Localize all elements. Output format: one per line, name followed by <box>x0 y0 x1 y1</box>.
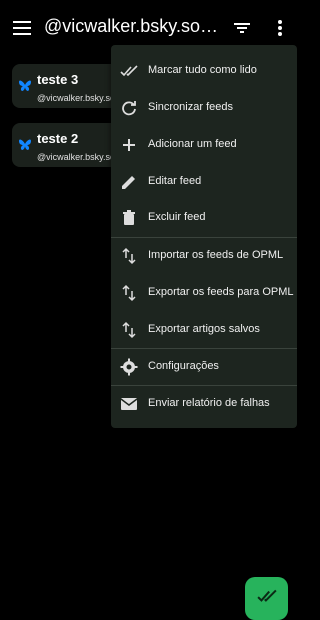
mail-icon <box>120 395 138 413</box>
menu-icon[interactable] <box>12 18 32 38</box>
menu-item-label: Configurações <box>148 360 219 372</box>
menu-item-label: Adicionar um feed <box>148 138 237 150</box>
sync-icon <box>120 99 138 117</box>
import-export-icon <box>120 247 138 265</box>
menu-item-delete-feed[interactable]: Excluir feed <box>111 200 297 236</box>
menu-item-label: Importar os feeds de OPML <box>148 249 284 261</box>
double-check-icon <box>120 62 138 80</box>
feed-name: teste 2 <box>37 131 79 146</box>
import-export-icon <box>120 321 138 339</box>
menu-item-mark-all-read[interactable]: Marcar tudo como lido <box>111 53 297 89</box>
menu-item-label: Sincronizar feeds <box>148 101 233 113</box>
more-vert-icon[interactable] <box>270 18 290 38</box>
plus-icon <box>120 136 138 154</box>
overflow-menu: Marcar tudo como lido Sincronizar feeds … <box>111 45 297 428</box>
pencil-icon <box>120 173 138 191</box>
filter-icon[interactable] <box>232 18 252 38</box>
butterfly-icon <box>18 79 32 93</box>
butterfly-icon <box>18 138 32 152</box>
menu-item-edit-feed[interactable]: Editar feed <box>111 164 297 200</box>
import-export-icon <box>120 284 138 302</box>
menu-item-import-opml[interactable]: Importar os feeds de OPML <box>111 238 297 274</box>
menu-item-settings[interactable]: Configurações <box>111 349 297 385</box>
app-bar: @vicwalker.bsky.socia… <box>0 6 300 50</box>
feed-name: teste 3 <box>37 72 79 87</box>
menu-item-label: Excluir feed <box>148 211 206 223</box>
menu-item-send-crash-report[interactable]: Enviar relatório de falhas <box>111 386 297 422</box>
page-title: @vicwalker.bsky.socia… <box>44 16 224 36</box>
menu-item-export-opml[interactable]: Exportar os feeds para OPML <box>111 275 297 311</box>
menu-item-export-saved[interactable]: Exportar artigos salvos <box>111 312 297 348</box>
mark-all-read-fab[interactable] <box>245 577 288 620</box>
menu-item-label: Exportar artigos salvos <box>148 323 260 335</box>
menu-item-label: Enviar relatório de falhas <box>148 397 270 409</box>
double-check-icon <box>256 586 277 611</box>
menu-item-add-feed[interactable]: Adicionar um feed <box>111 127 297 163</box>
menu-item-sync-feeds[interactable]: Sincronizar feeds <box>111 90 297 126</box>
menu-item-label: Editar feed <box>148 175 202 187</box>
trash-icon <box>120 209 138 227</box>
menu-item-label: Marcar tudo como lido <box>148 64 257 76</box>
gear-icon <box>120 358 138 376</box>
menu-item-label: Exportar os feeds para OPML <box>148 286 294 298</box>
